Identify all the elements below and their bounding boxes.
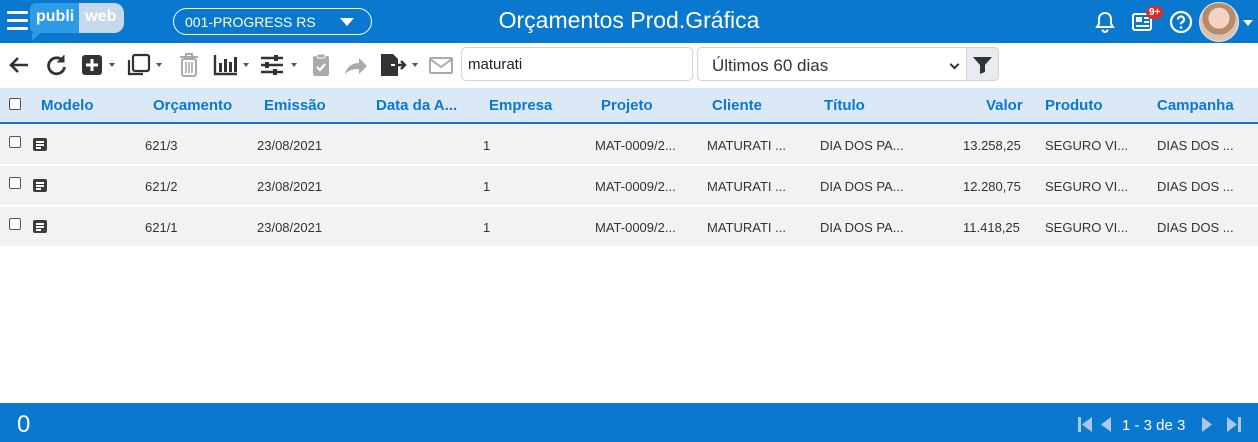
duplicate-icon[interactable] bbox=[127, 52, 167, 78]
last-page-icon[interactable] bbox=[1226, 416, 1242, 438]
table-row[interactable]: 621/3 23/08/2021 1 MAT-0009/2... MATURAT… bbox=[0, 125, 1258, 165]
company-select-value: 001-PROGRESS RS bbox=[185, 14, 316, 30]
cell-produto: SEGURO VI... bbox=[1045, 138, 1129, 153]
row-checkbox[interactable] bbox=[9, 136, 21, 148]
company-select[interactable]: 001-PROGRESS RS bbox=[173, 8, 372, 35]
logo[interactable]: publi web bbox=[30, 3, 125, 41]
col-titulo[interactable]: Título bbox=[824, 97, 865, 114]
col-orcamento[interactable]: Orçamento bbox=[153, 97, 232, 114]
cell-emissao: 23/08/2021 bbox=[257, 220, 323, 235]
select-all-checkbox[interactable] bbox=[9, 98, 21, 110]
chart-icon[interactable] bbox=[213, 52, 253, 78]
filter-icon bbox=[973, 57, 992, 74]
share-icon[interactable] bbox=[343, 52, 369, 78]
avatar-caret-icon[interactable] bbox=[1243, 20, 1253, 26]
bell-icon[interactable] bbox=[1093, 10, 1117, 34]
cell-campanha: DIAS DOS ... bbox=[1157, 179, 1234, 194]
table-row[interactable]: 621/1 23/08/2021 1 MAT-0009/2... MATURAT… bbox=[0, 207, 1258, 247]
table-header: Modelo Orçamento Emissão Data da A... Em… bbox=[0, 88, 1258, 124]
toolbar: Últimos 60 dias bbox=[0, 43, 1258, 88]
cell-projeto: MAT-0009/2... bbox=[595, 179, 676, 194]
search-input[interactable] bbox=[461, 47, 693, 81]
clipboard-check-icon[interactable] bbox=[311, 52, 331, 78]
pager-info: 1 - 3 de 3 bbox=[1122, 417, 1186, 434]
app-header: publi web 001-PROGRESS RS Orçamentos Pro… bbox=[0, 0, 1258, 43]
first-page-icon[interactable] bbox=[1077, 416, 1093, 438]
filter-button[interactable] bbox=[966, 47, 999, 81]
footer: 0 1 - 3 de 3 bbox=[0, 403, 1258, 442]
chevron-down-icon bbox=[949, 59, 960, 70]
cell-produto: SEGURO VI... bbox=[1045, 179, 1129, 194]
model-icon[interactable] bbox=[33, 179, 47, 192]
cell-titulo: DIA DOS PA... bbox=[820, 220, 904, 235]
cell-campanha: DIAS DOS ... bbox=[1157, 220, 1234, 235]
row-checkbox[interactable] bbox=[9, 177, 21, 189]
col-campanha[interactable]: Campanha bbox=[1157, 97, 1234, 114]
cell-titulo: DIA DOS PA... bbox=[820, 138, 904, 153]
col-data[interactable]: Data da A... bbox=[376, 97, 457, 114]
cell-valor: 13.258,25 bbox=[963, 138, 1021, 153]
avatar[interactable] bbox=[1199, 2, 1239, 42]
cell-cliente: MATURATI ... bbox=[707, 220, 786, 235]
cell-empresa: 1 bbox=[483, 138, 491, 153]
cell-titulo: DIA DOS PA... bbox=[820, 179, 904, 194]
sliders-icon[interactable] bbox=[260, 52, 300, 78]
trash-icon[interactable] bbox=[178, 52, 200, 78]
col-valor[interactable]: Valor bbox=[986, 97, 1023, 114]
col-modelo[interactable]: Modelo bbox=[41, 97, 94, 114]
cell-orcamento: 621/2 bbox=[145, 179, 178, 194]
row-checkbox[interactable] bbox=[9, 218, 21, 230]
cell-valor: 12.280,75 bbox=[963, 179, 1021, 194]
cell-orcamento: 621/3 bbox=[145, 138, 178, 153]
cell-cliente: MATURATI ... bbox=[707, 138, 786, 153]
notification-badge: 9+ bbox=[1146, 6, 1164, 19]
col-projeto[interactable]: Projeto bbox=[601, 97, 653, 114]
back-arrow-icon[interactable] bbox=[8, 52, 30, 78]
cell-campanha: DIAS DOS ... bbox=[1157, 138, 1234, 153]
export-icon[interactable] bbox=[379, 52, 421, 78]
cell-projeto: MAT-0009/2... bbox=[595, 138, 676, 153]
caret-down-icon bbox=[340, 18, 354, 26]
add-icon[interactable] bbox=[81, 52, 119, 78]
col-empresa[interactable]: Empresa bbox=[489, 97, 552, 114]
cell-orcamento: 621/1 bbox=[145, 220, 178, 235]
col-emissao[interactable]: Emissão bbox=[264, 97, 326, 114]
menu-icon[interactable] bbox=[7, 11, 28, 30]
help-icon[interactable] bbox=[1169, 10, 1193, 34]
period-select-value: Últimos 60 dias bbox=[712, 56, 829, 75]
cell-empresa: 1 bbox=[483, 220, 491, 235]
cell-valor: 11.418,25 bbox=[963, 220, 1020, 235]
col-produto[interactable]: Produto bbox=[1045, 97, 1103, 114]
cell-empresa: 1 bbox=[483, 179, 491, 194]
model-icon[interactable] bbox=[33, 138, 47, 151]
envelope-icon[interactable] bbox=[428, 52, 454, 78]
cell-produto: SEGURO VI... bbox=[1045, 220, 1129, 235]
selected-total: 0 bbox=[17, 411, 31, 438]
model-icon[interactable] bbox=[33, 220, 47, 233]
next-page-icon[interactable] bbox=[1201, 416, 1214, 438]
cell-cliente: MATURATI ... bbox=[707, 179, 786, 194]
cell-projeto: MAT-0009/2... bbox=[595, 220, 676, 235]
prev-page-icon[interactable] bbox=[1099, 416, 1112, 438]
logo-publi: publi bbox=[30, 3, 80, 41]
col-cliente[interactable]: Cliente bbox=[712, 97, 762, 114]
cell-emissao: 23/08/2021 bbox=[257, 138, 323, 153]
period-select[interactable]: Últimos 60 dias bbox=[697, 47, 966, 81]
table-row[interactable]: 621/2 23/08/2021 1 MAT-0009/2... MATURAT… bbox=[0, 166, 1258, 206]
cell-emissao: 23/08/2021 bbox=[257, 179, 323, 194]
refresh-icon[interactable] bbox=[44, 52, 68, 78]
logo-web: web bbox=[79, 3, 125, 33]
